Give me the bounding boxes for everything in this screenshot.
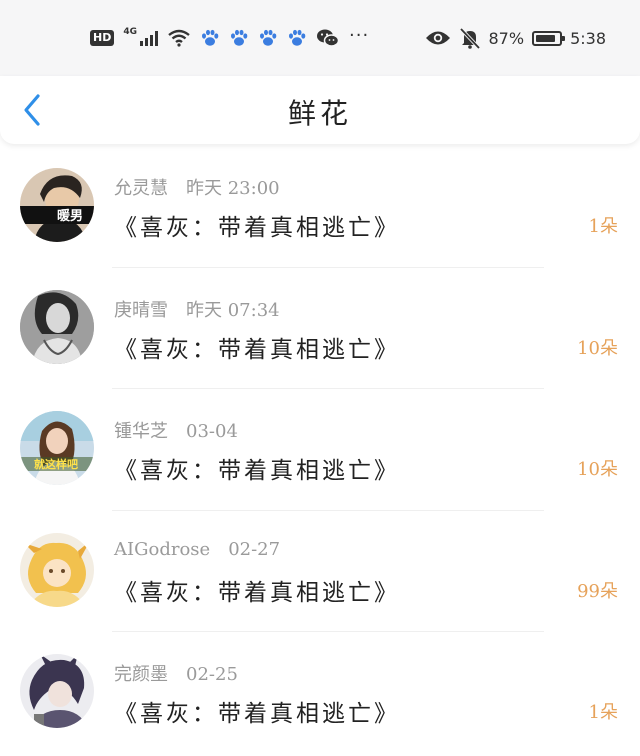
network-type: 4G xyxy=(123,27,137,37)
user-name[interactable]: 允灵慧 xyxy=(114,178,168,199)
item-time: 02-25 xyxy=(186,664,238,685)
book-title[interactable]: 《喜灰：带着真相逃亡》 xyxy=(114,694,400,728)
item-time: 昨天 23:00 xyxy=(186,178,280,199)
wifi-icon xyxy=(168,29,190,47)
flower-count: 1朵 xyxy=(588,702,618,723)
book-title[interactable]: 《喜灰：带着真相逃亡》 xyxy=(114,208,400,242)
avatar[interactable] xyxy=(20,532,94,607)
paw-icon xyxy=(289,29,306,46)
avatar[interactable] xyxy=(20,289,94,364)
avatar[interactable]: 就这样吧 xyxy=(20,411,94,485)
wechat-icon xyxy=(317,29,340,47)
flower-list: 暖男 允灵慧 昨天 23:00 《喜灰：带着真相逃亡》 1朵 庚晴雪 昨天 07:3… xyxy=(0,146,640,754)
user-name[interactable]: 完颜墨 xyxy=(114,664,168,685)
item-time: 02-27 xyxy=(228,538,281,560)
user-name[interactable]: AIGodrose xyxy=(114,539,210,560)
flower-count: 10朵 xyxy=(577,337,618,359)
list-item[interactable]: AIGodrose 02-27 《喜灰：带着真相逃亡》 99朵 xyxy=(0,511,640,633)
list-item[interactable]: 完颜墨 02-25 《喜灰：带着真相逃亡》 1朵 xyxy=(0,632,640,754)
item-meta: 完颜墨 02-25 xyxy=(114,660,238,686)
book-title[interactable]: 《喜灰：带着真相逃亡》 xyxy=(114,573,400,607)
flower-count: 99朵 xyxy=(577,580,618,602)
list-item[interactable]: 就这样吧 锺华芝 03-04 《喜灰：带着真相逃亡》 10朵 xyxy=(0,389,640,511)
status-left: HD 4G ··· xyxy=(90,25,369,51)
paw-icon xyxy=(202,29,219,46)
more-icon: ··· xyxy=(349,24,370,46)
status-bar: HD 4G ··· 87% 5:38 xyxy=(0,0,640,76)
signal-icon xyxy=(140,30,158,46)
avatar-label: 就这样吧 xyxy=(34,457,78,471)
paw-icon xyxy=(231,29,248,46)
user-name[interactable]: 锺华芝 xyxy=(114,421,168,442)
page-title: 鲜花 xyxy=(287,97,352,130)
nav-header: 鲜花 xyxy=(0,76,640,144)
list-item[interactable]: 庚晴雪 昨天 07:34 《喜灰：带着真相逃亡》 10朵 xyxy=(0,268,640,390)
paw-icon xyxy=(260,29,277,46)
flower-count: 10朵 xyxy=(577,459,618,480)
status-right: 87% 5:38 xyxy=(425,25,606,51)
bell-muted-icon xyxy=(459,27,480,49)
list-item[interactable]: 暖男 允灵慧 昨天 23:00 《喜灰：带着真相逃亡》 1朵 xyxy=(0,146,640,268)
item-meta: 庚晴雪 昨天 07:34 xyxy=(114,296,280,322)
item-time: 昨天 07:34 xyxy=(186,299,280,321)
battery-percent: 87% xyxy=(488,28,525,48)
hd-icon: HD xyxy=(90,30,115,46)
flower-count: 1朵 xyxy=(588,216,618,237)
book-title[interactable]: 《喜灰：带着真相逃亡》 xyxy=(114,330,400,364)
item-meta: 锺华芝 03-04 xyxy=(114,417,238,443)
avatar[interactable]: 暖男 xyxy=(20,168,94,242)
item-meta: AIGodrose 02-27 xyxy=(114,539,280,560)
eye-icon xyxy=(425,31,450,45)
avatar[interactable] xyxy=(20,654,94,728)
clock: 5:38 xyxy=(570,28,606,48)
avatar-label: 暖男 xyxy=(57,208,83,224)
battery-icon xyxy=(532,30,566,46)
item-meta: 允灵慧 昨天 23:00 xyxy=(114,174,280,200)
user-name[interactable]: 庚晴雪 xyxy=(114,300,168,321)
book-title[interactable]: 《喜灰：带着真相逃亡》 xyxy=(114,451,400,485)
item-time: 03-04 xyxy=(186,421,238,442)
